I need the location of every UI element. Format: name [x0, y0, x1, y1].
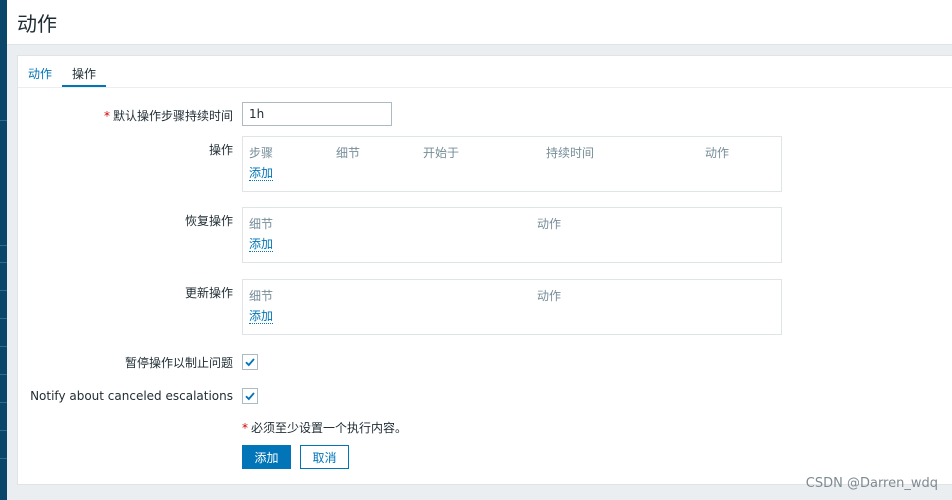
recovery-operations-label: 恢复操作 [184, 214, 233, 228]
cancel-button[interactable]: 取消 [300, 445, 349, 469]
pause-operations-label: 暂停操作以制止问题 [124, 356, 233, 370]
recovery-add-link[interactable]: 添加 [249, 237, 274, 252]
required-note: * 必须至少设置一个执行内容。 [242, 421, 408, 435]
operations-col-action: 动作 [705, 146, 730, 160]
default-duration-input[interactable] [242, 102, 392, 126]
operations-col-duration: 持续时间 [546, 146, 595, 160]
required-asterisk: * [103, 109, 110, 123]
tab-bar: 动作 操作 [18, 56, 952, 88]
add-button[interactable]: 添加 [242, 445, 291, 469]
tab-actions[interactable]: 动作 [28, 65, 52, 82]
operations-label: 操作 [208, 143, 233, 157]
recovery-operations-table: 细节 动作 添加 [242, 207, 782, 263]
update-add-link[interactable]: 添加 [249, 309, 274, 324]
sidebar-edge [0, 0, 7, 500]
checkmark-icon [245, 358, 255, 367]
page-header: 动作 [7, 0, 952, 45]
default-duration-label: * 默认操作步骤持续时间 [103, 109, 233, 123]
notify-canceled-checkbox[interactable] [242, 388, 258, 404]
operations-col-details: 细节 [336, 146, 361, 160]
notify-canceled-label: Notify about canceled escalations [30, 389, 233, 403]
update-operations-table: 细节 动作 添加 [242, 279, 782, 335]
pause-operations-checkbox[interactable] [242, 354, 258, 370]
operations-col-steps: 步骤 [249, 146, 274, 160]
page-title: 动作 [17, 12, 57, 36]
update-operations-label: 更新操作 [184, 286, 233, 300]
tab-operations[interactable]: 操作 [72, 65, 96, 82]
recovery-col-details: 细节 [249, 217, 274, 231]
active-tab-indicator [62, 85, 106, 87]
watermark: CSDN @Darren_wdq [805, 476, 938, 491]
recovery-col-action: 动作 [537, 217, 562, 231]
operations-col-start: 开始于 [423, 146, 460, 160]
required-asterisk: * [242, 421, 248, 435]
operations-table: 步骤 细节 开始于 持续时间 动作 添加 [242, 136, 782, 192]
operations-add-link[interactable]: 添加 [249, 166, 274, 181]
update-col-action: 动作 [537, 289, 562, 303]
action-form-panel: 动作 操作 *默认操作步骤持续时间 操作 步骤 细节 开始于 持续时间 动作 添… [17, 55, 952, 485]
update-col-details: 细节 [249, 289, 274, 303]
checkmark-icon [245, 392, 255, 401]
